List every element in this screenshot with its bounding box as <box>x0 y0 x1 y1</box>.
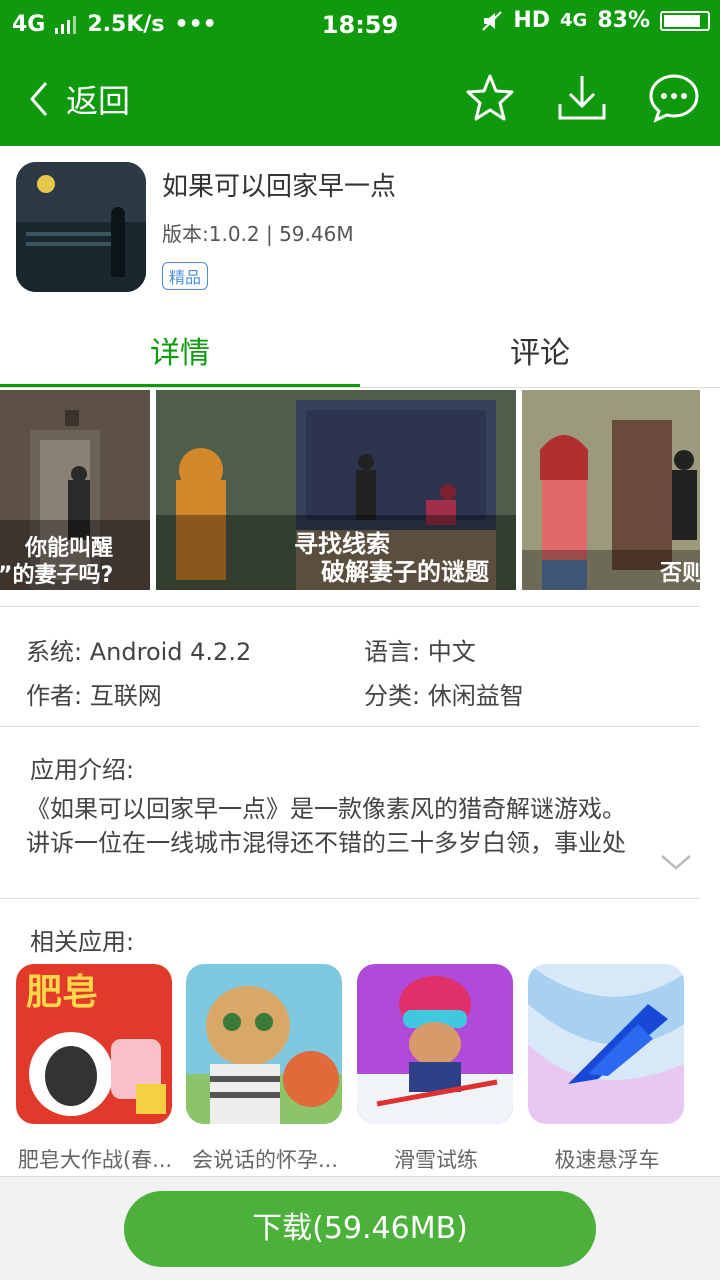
related-app-3-icon <box>357 964 513 1124</box>
premium-badge: 精品 <box>162 262 209 290</box>
download-button[interactable]: 下载(59.46MB) <box>124 1191 596 1267</box>
screenshot-1-caption-1: 你能叫醒 <box>24 535 113 561</box>
battery-percent: 83% <box>597 8 650 33</box>
author-value: 互联网 <box>89 682 162 710</box>
screenshot-1[interactable]: 你能叫醒 ”的妻子吗? <box>0 390 150 590</box>
description-line-1: 《如果可以回家早一点》是一款像素风的猎奇解谜游戏。 <box>26 795 626 823</box>
divider <box>0 726 700 727</box>
comment-icon[interactable] <box>648 72 700 124</box>
back-button[interactable]: 返回 <box>28 76 130 122</box>
language-info: 语言: 中文 <box>364 632 476 667</box>
battery-icon <box>660 10 710 31</box>
network-indicator-2: 4G <box>560 10 588 31</box>
screenshot-3[interactable]: 否则 <box>522 390 700 590</box>
app-info: 如果可以回家早一点 版本:1.0.2 | 59.46M 精品 <box>0 146 720 306</box>
system-info: 系统: Android 4.2.2 <box>26 632 251 667</box>
author-info: 作者: 互联网 <box>26 676 162 711</box>
status-bar: 4G 2.5K/s ••• 18:59 HD 4G 83% <box>0 0 720 50</box>
bottom-bar: 下载(59.46MB) <box>0 1176 720 1280</box>
tab-comments[interactable]: 评论 <box>360 328 720 372</box>
related-title: 相关应用: <box>30 928 135 956</box>
language-label: 语言: <box>364 638 421 666</box>
screenshot-3-caption: 否则 <box>659 561 700 586</box>
description-title: 应用介绍: <box>30 756 135 784</box>
author-label: 作者: <box>26 682 83 710</box>
star-icon[interactable] <box>464 72 516 124</box>
category-value: 休闲益智 <box>427 682 524 710</box>
screenshot-1-caption-2: ”的妻子吗? <box>0 562 113 588</box>
related-app-3[interactable]: 滑雪试练 <box>357 964 515 1174</box>
description-text: 《如果可以回家早一点》是一款像素风的猎奇解谜游戏。 讲诉一位在一线城市混得还不错… <box>26 792 706 860</box>
related-app-2-icon <box>186 964 342 1124</box>
language-value: 中文 <box>427 638 476 666</box>
related-app-2[interactable]: 会说话的怀孕... <box>186 964 344 1174</box>
chevron-down-icon[interactable] <box>660 852 692 872</box>
related-app-1[interactable]: 肥皂 肥皂大作战(春... <box>16 964 174 1174</box>
top-bar: 返回 <box>0 50 720 146</box>
app-icon <box>16 162 146 292</box>
screenshot-carousel[interactable]: 你能叫醒 ”的妻子吗? 寻找线索 破解妻子的谜题 否则 <box>0 390 720 590</box>
download-icon[interactable] <box>556 72 608 124</box>
mute-icon <box>482 10 503 31</box>
divider <box>0 898 700 899</box>
back-label: 返回 <box>66 82 131 120</box>
system-value: Android 4.2.2 <box>89 638 252 666</box>
related-app-1-icon: 肥皂 <box>16 964 172 1124</box>
description-line-2: 讲诉一位在一线城市混得还不错的三十多岁白领，事业处 <box>26 829 626 857</box>
screenshot-2-caption-2: 破解妻子的谜题 <box>321 558 489 586</box>
chevron-left-icon <box>30 82 48 116</box>
related-app-1-name: 肥皂大作战(春... <box>17 1148 173 1172</box>
related-app-4-icon <box>528 964 684 1124</box>
tab-indicator <box>0 384 360 387</box>
divider <box>0 606 700 607</box>
tab-details[interactable]: 详情 <box>0 328 360 372</box>
hd-indicator: HD <box>513 8 551 33</box>
related-app-4-name: 极速悬浮车 <box>554 1148 660 1172</box>
related-app-1-art-text: 肥皂 <box>26 972 98 1013</box>
app-name: 如果可以回家早一点 <box>162 172 397 202</box>
tab-bar: 详情 评论 <box>0 306 720 388</box>
screenshot-2-caption-1: 寻找线索 <box>294 530 390 558</box>
system-label: 系统: <box>26 638 83 666</box>
related-app-3-name: 滑雪试练 <box>394 1148 478 1172</box>
related-app-2-name: 会说话的怀孕... <box>191 1148 339 1172</box>
category-label: 分类: <box>364 682 421 710</box>
app-version: 版本:1.0.2 | 59.46M <box>162 222 354 246</box>
category-info: 分类: 休闲益智 <box>364 676 524 711</box>
related-app-4[interactable]: 极速悬浮车 <box>528 964 686 1174</box>
screenshot-2[interactable]: 寻找线索 破解妻子的谜题 <box>156 390 516 590</box>
